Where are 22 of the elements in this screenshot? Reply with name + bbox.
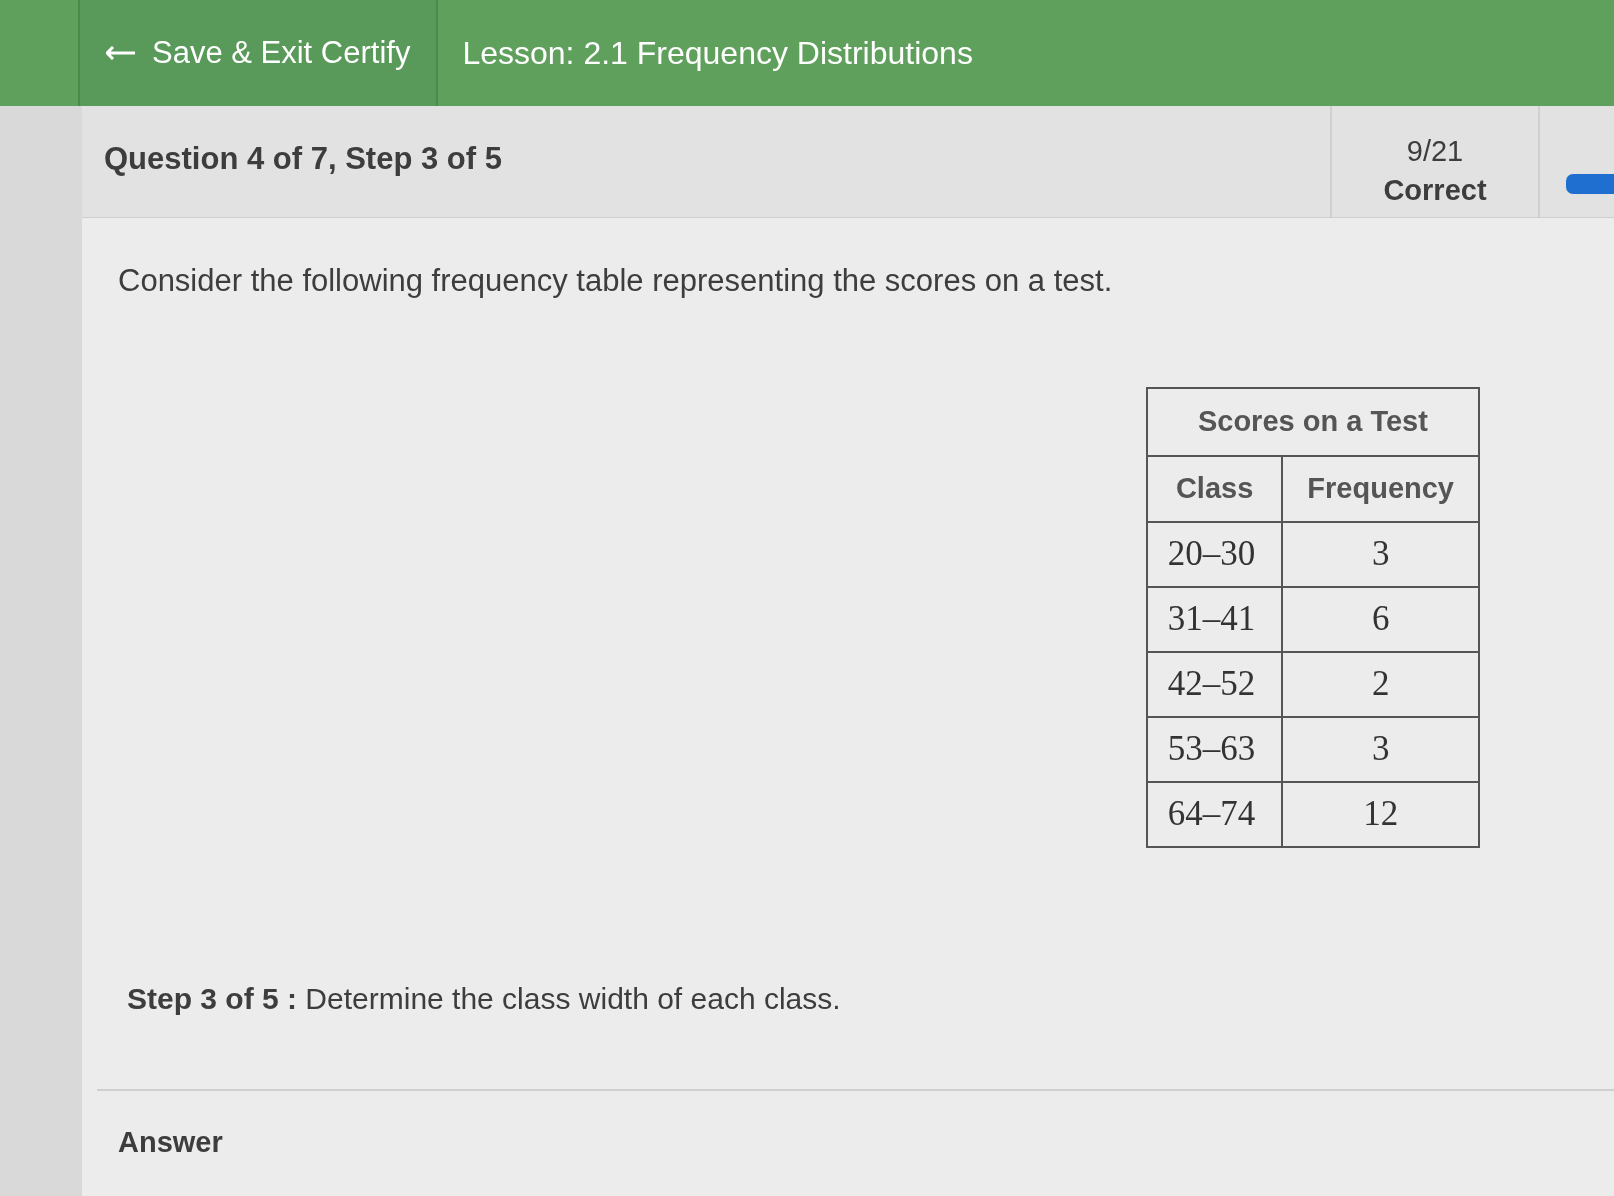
- table-cell: 64–74: [1146, 781, 1283, 847]
- table-cell: 31–41: [1146, 586, 1283, 652]
- table-cell: 3: [1282, 716, 1479, 782]
- back-arrow-icon: [106, 46, 136, 60]
- table-cell: 53–63: [1146, 716, 1283, 782]
- column-header: Frequency: [1282, 455, 1479, 522]
- question-label: Question 4 of 7, Step 3 of 5: [104, 140, 502, 178]
- question-prompt: Consider the following frequency table representing the scores on a test.: [118, 262, 1113, 300]
- answer-label: Answer: [118, 1124, 223, 1160]
- score-label: Correct: [1383, 173, 1487, 209]
- table-cell: 3: [1282, 521, 1479, 587]
- table-cell: 2: [1282, 651, 1479, 717]
- table-cell: 6: [1282, 586, 1479, 652]
- save-exit-button[interactable]: Save & Exit Certify: [78, 0, 439, 106]
- score-count: 9/21: [1406, 134, 1464, 169]
- column-header: Class: [1146, 455, 1283, 522]
- table-cell: 42–52: [1146, 651, 1283, 717]
- table-cell: 12: [1282, 781, 1479, 847]
- step-instruction: Step 3 of 5 : Determine the class width of each class.: [127, 980, 841, 1017]
- lesson-title: Lesson: 2.1 Frequency Distributions: [462, 34, 973, 73]
- table-cell: 20–30: [1146, 521, 1283, 587]
- table-title: Scores on a Test: [1146, 387, 1479, 456]
